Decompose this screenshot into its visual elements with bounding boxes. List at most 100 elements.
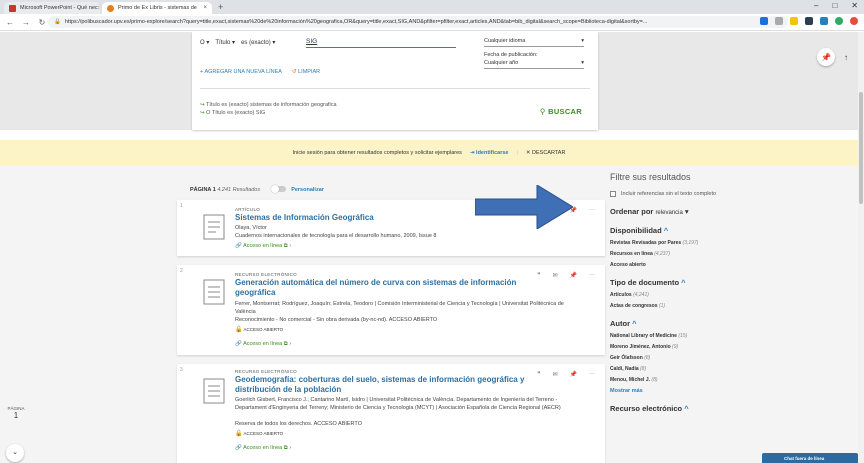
- extension-icon[interactable]: [820, 17, 828, 25]
- chat-button[interactable]: Chat fuera de línea: [762, 453, 858, 463]
- result-type: RECURSO ELECTRÓNICO: [235, 272, 297, 277]
- result-title[interactable]: Geodemografía: coberturas del suelo, sis…: [235, 375, 535, 395]
- arrow-up-icon[interactable]: ↑: [837, 48, 855, 66]
- tab-powerpoint[interactable]: Microsoft PowerPoint - Qué nec: ×: [4, 2, 100, 14]
- new-tab-button[interactable]: +: [218, 2, 223, 12]
- personalize-label[interactable]: Personalizar: [291, 187, 324, 193]
- availability-heading[interactable]: Disponibilidad ^: [610, 226, 850, 235]
- document-icon: [203, 279, 225, 305]
- search-term-input[interactable]: SIG: [306, 38, 456, 48]
- pub-date-label: Fecha de publicación:: [484, 52, 538, 58]
- folder-icon[interactable]: [790, 17, 798, 25]
- add-line-button[interactable]: + AGREGAR UNA NUEVA LÍNEA: [200, 69, 282, 75]
- result-rights: Reconocimiento - No comercial - Sin obra…: [235, 317, 438, 323]
- advanced-search-card: O ▾ Título ▾ es (exacto) ▾ SIG Cualquier…: [192, 32, 598, 130]
- search-line: O ▾ Título ▾ es (exacto) ▾: [200, 39, 275, 46]
- dismiss-button[interactable]: ✕ DESCARTAR: [526, 150, 566, 156]
- pin-icon[interactable]: 📌: [817, 48, 835, 66]
- filter-panel: Filtre sus resultados Incluir referencia…: [610, 172, 850, 413]
- star-icon[interactable]: [775, 17, 783, 25]
- lock-icon: 🔒: [54, 19, 61, 25]
- close-window-icon[interactable]: ✕: [851, 1, 858, 10]
- forward-icon[interactable]: →: [20, 18, 32, 27]
- email-icon[interactable]: ✉: [552, 272, 557, 279]
- show-more-link[interactable]: Mostrar más: [610, 388, 850, 394]
- precision-select[interactable]: es (exacto) ▾: [241, 39, 275, 46]
- browser-tab-bar: Microsoft PowerPoint - Qué nec: × Primo …: [0, 0, 864, 14]
- filter-item[interactable]: Menou, Michel J. (8): [610, 377, 850, 383]
- result-actions: ❞ ✉ 📌 ···: [537, 371, 595, 378]
- filter-item[interactable]: Artículos (4,241): [610, 292, 850, 298]
- powerpoint-icon: [9, 4, 16, 12]
- page-content: O ▾ Título ▾ es (exacto) ▾ SIG Cualquier…: [0, 32, 858, 463]
- quote-icon[interactable]: ❞: [537, 371, 540, 378]
- online-access-link[interactable]: 🔗 Acceso en línea ⧉ ›: [235, 243, 291, 250]
- document-icon: [203, 378, 225, 404]
- maximize-icon[interactable]: □: [832, 1, 837, 10]
- online-access-link[interactable]: 🔗 Acceso en línea ⧉ ›: [235, 445, 291, 452]
- back-icon[interactable]: ←: [4, 18, 16, 27]
- author-heading[interactable]: Autor ^: [610, 319, 850, 328]
- online-access-link[interactable]: 🔗 Acceso en línea ⧉ ›: [235, 341, 291, 348]
- filter-item[interactable]: Moreno Jiménez, Antonio (9): [610, 344, 850, 350]
- result-author: Ferrer, Montserrat; Rodríguez, Joaquín; …: [235, 301, 564, 315]
- results-header: PÁGINA 1 4.241 Resultados Personalizar: [190, 185, 324, 193]
- filter-item[interactable]: Actas de congresos (1): [610, 303, 850, 309]
- electronic-heading[interactable]: Recurso electrónico ^: [610, 404, 850, 413]
- sort-control[interactable]: Ordenar por relevancia ▾: [610, 207, 850, 216]
- language-select[interactable]: Cualquier idioma ▾: [484, 38, 584, 47]
- email-icon[interactable]: ✉: [552, 371, 557, 378]
- close-icon[interactable]: ×: [99, 5, 100, 11]
- field-select[interactable]: Título ▾: [215, 39, 235, 46]
- url-text: https://polibuscador.upv.es/primo-explor…: [64, 19, 648, 25]
- annotation-arrow: [475, 185, 573, 229]
- chevron-down-icon[interactable]: ⌄: [6, 444, 24, 462]
- doc-type-heading[interactable]: Tipo de documento ^: [610, 278, 850, 287]
- more-icon[interactable]: ···: [589, 207, 595, 214]
- filter-item[interactable]: National Library of Medicine (15): [610, 333, 850, 339]
- open-lock-icon: 🔓: [235, 431, 243, 437]
- pin-icon[interactable]: 📌: [570, 272, 577, 279]
- window-controls: – □ ✕: [814, 1, 858, 10]
- open-access-badge: 🔓 ACCESO ABIERTO: [235, 327, 284, 333]
- extension-icon[interactable]: [760, 17, 768, 25]
- pin-icon[interactable]: 📌: [570, 371, 577, 378]
- article-icon: [203, 214, 225, 240]
- extension-icon[interactable]: [835, 17, 843, 25]
- primo-icon: [107, 4, 114, 12]
- login-banner: Inicie sesión para obtener resultados co…: [0, 140, 858, 166]
- operator-select[interactable]: O ▾: [200, 39, 209, 46]
- address-bar-row: ← → ↻ 🔒 https://polibuscador.upv.es/prim…: [0, 14, 864, 31]
- personalize-toggle[interactable]: [270, 185, 286, 193]
- pub-date-select[interactable]: Cualquier año ▾: [484, 60, 584, 69]
- quote-icon[interactable]: ❞: [537, 272, 540, 279]
- reload-icon[interactable]: ↻: [36, 18, 48, 27]
- tab-primo[interactable]: Primo de Ex Libris - sistemas de ×: [102, 2, 212, 14]
- result-card[interactable]: 3 RECURSO ELECTRÓNICO Geodemografía: cob…: [177, 364, 605, 463]
- filter-item[interactable]: Acceso abierto: [610, 262, 850, 268]
- clear-button[interactable]: ↺ LIMPIAR: [292, 69, 320, 75]
- minimize-icon[interactable]: –: [814, 1, 818, 10]
- more-icon[interactable]: ···: [589, 371, 595, 378]
- search-button[interactable]: ⚲ BUSCAR: [540, 107, 582, 116]
- extension-icon[interactable]: [805, 17, 813, 25]
- result-actions: ❞ ✉ 📌 ···: [537, 272, 595, 279]
- result-card[interactable]: 2 RECURSO ELECTRÓNICO Generación automát…: [177, 265, 605, 355]
- filter-item[interactable]: Geir Ólafsson (8): [610, 355, 850, 361]
- more-icon[interactable]: ···: [589, 272, 595, 279]
- close-icon[interactable]: ×: [203, 5, 207, 11]
- profile-icon[interactable]: [850, 17, 858, 25]
- tab-title: Microsoft PowerPoint - Qué nec:: [20, 5, 100, 11]
- filter-item[interactable]: Caldi, Nadia (8): [610, 366, 850, 372]
- scrollbar-thumb[interactable]: [859, 92, 863, 204]
- query-summary-1: ↪ Título es (exacto) sistemas de informa…: [200, 102, 337, 108]
- filter-item[interactable]: Revistas Revisadas por Pares (3,197): [610, 240, 850, 246]
- include-no-fulltext-checkbox[interactable]: Incluir referencias sin el texto complet…: [610, 191, 850, 197]
- identify-link[interactable]: ⇥ Identificarse: [470, 150, 509, 156]
- open-access-badge: 🔓 ACCESO ABIERTO: [235, 431, 284, 437]
- filter-item[interactable]: Recursos en línea (4,237): [610, 251, 850, 257]
- result-title[interactable]: Generación automática del número de curv…: [235, 278, 535, 298]
- divider: |: [516, 150, 518, 156]
- url-field[interactable]: 🔒 https://polibuscador.upv.es/primo-expl…: [48, 16, 788, 28]
- result-type: ARTÍCULO: [235, 207, 261, 212]
